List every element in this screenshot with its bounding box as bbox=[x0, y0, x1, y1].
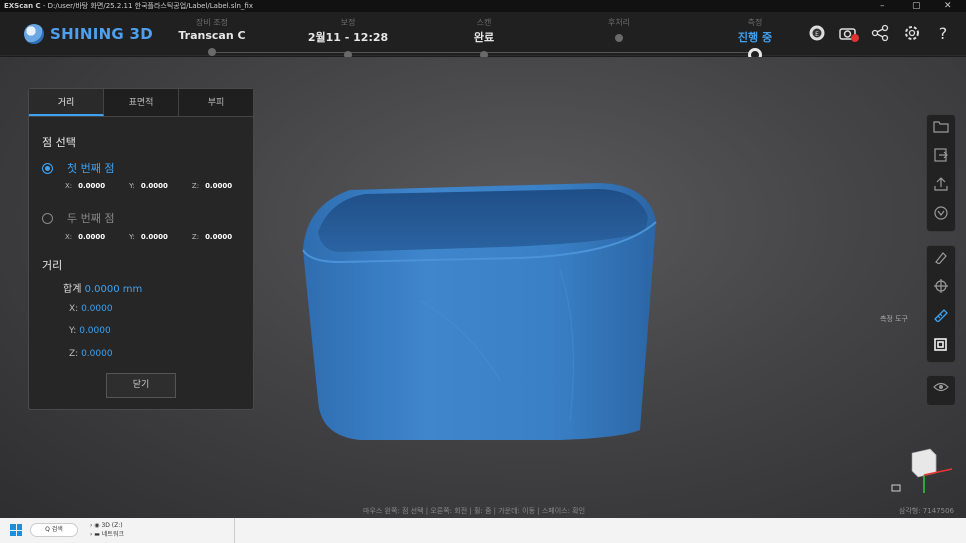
coord-z-value: 0.0000 bbox=[205, 233, 233, 241]
dx-key: X: bbox=[69, 304, 79, 314]
right-toolbar-view bbox=[926, 375, 956, 406]
tab-distance[interactable]: 거리 bbox=[29, 89, 104, 116]
step-device-setup[interactable]: 장비 조정 Transcan C bbox=[152, 18, 272, 56]
distance-y: Y: 0.0000 bbox=[69, 326, 111, 336]
total-label: 합계 bbox=[63, 284, 82, 295]
step-label: 장비 조정 bbox=[196, 18, 228, 27]
window-title-path: - D:/user/바탕 화면/25.2.11 한국플라스틱공업/Label/L… bbox=[40, 2, 253, 10]
top-bar: SHINING 3D 장비 조정 Transcan C 보정 2월11 - 12… bbox=[0, 12, 966, 62]
align-icon[interactable] bbox=[927, 275, 955, 304]
tab-volume[interactable]: 부피 bbox=[179, 89, 253, 116]
tree-item-label: 3D (Z:) bbox=[101, 522, 123, 529]
distance-z: Z: 0.0000 bbox=[69, 349, 113, 359]
step-postprocess[interactable]: 후처리 bbox=[559, 18, 679, 42]
logo: SHINING 3D bbox=[24, 23, 153, 45]
share-icon[interactable] bbox=[870, 24, 892, 46]
upload-icon[interactable] bbox=[927, 173, 955, 202]
first-point-option[interactable]: 첫 번째 점 bbox=[42, 160, 114, 176]
dy-key: Y: bbox=[69, 326, 77, 336]
coord-x-value: 0.0000 bbox=[78, 233, 106, 241]
folder-icon[interactable] bbox=[927, 115, 955, 144]
total-value: 0.0000 mm bbox=[84, 284, 143, 295]
right-toolbar-measure bbox=[926, 245, 956, 363]
status-hint: 마우스 왼쪽: 점 선택 | 오른쪽: 회전 | 휠: 줌 | 가운데: 이동 … bbox=[363, 507, 586, 515]
step-calibration[interactable]: 보정 2월11 - 12:28 bbox=[288, 18, 408, 59]
taskbar-search[interactable]: Q 검색 bbox=[30, 523, 78, 537]
close-window-button[interactable]: ✕ bbox=[944, 0, 952, 12]
distance-title: 거리 bbox=[42, 259, 63, 272]
section-icon[interactable] bbox=[927, 333, 955, 362]
triangle-count: 삼각형: 7147506 bbox=[898, 507, 954, 515]
eye-icon[interactable] bbox=[927, 376, 955, 405]
tab-surface-area[interactable]: 표면적 bbox=[104, 89, 179, 116]
coord-y-key: Y: bbox=[129, 182, 135, 190]
measure-tool-icon[interactable] bbox=[927, 304, 955, 333]
tree-item-drive[interactable]: › ◉ 3D (Z:) bbox=[90, 521, 124, 530]
dy-value: 0.0000 bbox=[79, 326, 111, 336]
measure-panel: 거리 표면적 부피 점 선택 첫 번째 점 X: 0.0000 Y: 0.0000 … bbox=[28, 88, 254, 410]
maximize-button[interactable]: ▢ bbox=[912, 0, 921, 12]
second-point-coords: X: 0.0000 Y: 0.0000 Z: 0.0000 bbox=[65, 233, 256, 241]
app-name: EXScan C bbox=[4, 2, 41, 10]
coord-x-key: X: bbox=[65, 233, 73, 241]
point-select-title: 점 선택 bbox=[42, 136, 76, 149]
radio-on-icon[interactable] bbox=[42, 162, 53, 174]
dz-value: 0.0000 bbox=[81, 349, 113, 359]
coord-x-value: 0.0000 bbox=[78, 182, 106, 190]
second-point-label: 두 번째 점 bbox=[67, 212, 115, 225]
coord-y-key: Y: bbox=[129, 233, 135, 241]
export-icon[interactable] bbox=[927, 144, 955, 173]
coord-y-value: 0.0000 bbox=[140, 233, 168, 241]
coord-z-value: 0.0000 bbox=[205, 182, 233, 190]
view-cube[interactable] bbox=[890, 445, 960, 500]
explorer-tree: › ◉ 3D (Z:) › ▬ 네트워크 bbox=[90, 521, 124, 539]
windows-start-icon[interactable] bbox=[10, 524, 22, 536]
step-label: 스캔 bbox=[476, 18, 492, 27]
paint-icon[interactable] bbox=[927, 246, 955, 275]
svg-text:?: ? bbox=[939, 24, 948, 42]
distance-x: X: 0.0000 bbox=[69, 304, 113, 314]
step-value: 완료 bbox=[473, 31, 495, 44]
help-icon[interactable]: ? bbox=[934, 24, 956, 46]
step-dot bbox=[208, 48, 216, 56]
measure-tabs: 거리 표면적 부피 bbox=[29, 89, 253, 117]
dx-value: 0.0000 bbox=[81, 304, 113, 314]
step-value: Transcan C bbox=[178, 29, 246, 42]
coord-y-value: 0.0000 bbox=[140, 182, 168, 190]
step-measure[interactable]: 측정 진행 중 bbox=[695, 18, 815, 62]
coord-z-key: Z: bbox=[191, 233, 200, 241]
first-point-coords: X: 0.0000 Y: 0.0000 Z: 0.0000 bbox=[65, 182, 256, 190]
step-dot bbox=[615, 34, 623, 42]
step-scan[interactable]: 스캔 완료 bbox=[424, 18, 544, 59]
dz-key: Z: bbox=[69, 349, 79, 359]
close-button[interactable]: 닫기 bbox=[106, 373, 176, 398]
tree-item-network[interactable]: › ▬ 네트워크 bbox=[90, 530, 124, 539]
window-titlebar: EXScan C - D:/user/바탕 화면/25.2.11 한국플라스틱공… bbox=[0, 0, 966, 12]
cube-icon[interactable] bbox=[927, 202, 955, 231]
step-value: 진행 중 bbox=[737, 31, 773, 44]
step-label: 후처리 bbox=[607, 18, 631, 27]
second-point-option[interactable]: 두 번째 점 bbox=[42, 210, 114, 226]
tool-tooltip: 측정 도구 bbox=[880, 315, 908, 323]
radio-off-icon[interactable] bbox=[42, 212, 53, 224]
coord-z-key: Z: bbox=[191, 182, 200, 190]
distance-total: 합계 0.0000 mm bbox=[63, 280, 142, 295]
step-label: 측정 bbox=[747, 18, 763, 27]
tree-item-label: 네트워크 bbox=[101, 531, 124, 538]
os-taskbar: Q 검색 › ◉ 3D (Z:) › ▬ 네트워크 bbox=[0, 518, 966, 543]
globe-icon[interactable]: E bbox=[806, 24, 828, 46]
logo-text: SHINING 3D bbox=[50, 25, 154, 43]
coord-x-key: X: bbox=[65, 182, 73, 190]
step-label: 보정 bbox=[340, 18, 356, 27]
logo-mark-icon bbox=[24, 24, 44, 44]
minimize-button[interactable]: – bbox=[880, 0, 885, 12]
screenshot-icon[interactable] bbox=[838, 24, 860, 46]
svg-text:E: E bbox=[815, 31, 819, 38]
top-icons: E ? bbox=[806, 24, 956, 46]
divider bbox=[234, 518, 235, 543]
right-toolbar-file bbox=[926, 114, 956, 232]
settings-icon[interactable] bbox=[902, 24, 924, 46]
step-value: 2월11 - 12:28 bbox=[307, 31, 389, 44]
first-point-label: 첫 번째 점 bbox=[67, 162, 115, 175]
